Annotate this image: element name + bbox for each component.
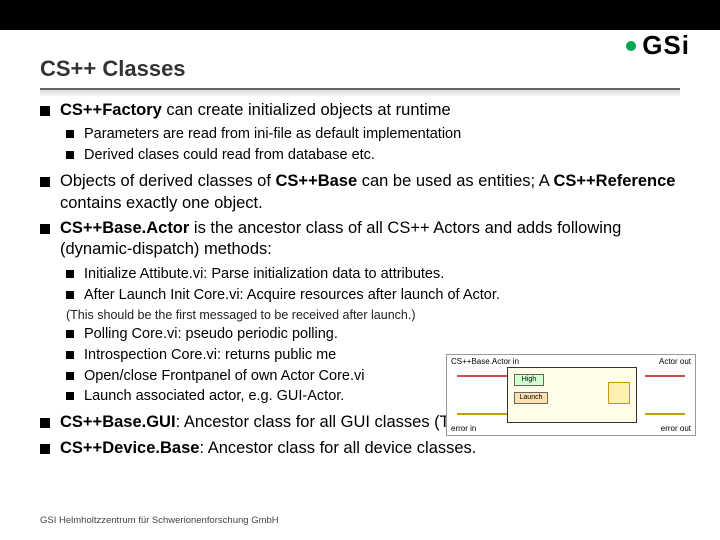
footer-text: GSI Helmholtzzentrum für Schwerionenfors… xyxy=(40,515,279,526)
bullet-icon xyxy=(66,372,74,380)
logo-dot-icon xyxy=(626,41,636,51)
wire-icon xyxy=(645,413,685,415)
bullet-icon xyxy=(66,291,74,299)
diagram-label-error-in: error in xyxy=(451,424,476,433)
bullet-icon xyxy=(40,177,50,187)
bullet-icon xyxy=(66,270,74,278)
title-shade xyxy=(40,90,680,96)
bullet-text: CS++Factory can create initialized objec… xyxy=(60,100,451,121)
bullet-icon xyxy=(66,392,74,400)
bullet-icon xyxy=(40,444,50,454)
bullet-base: Objects of derived classes of CS++Base c… xyxy=(40,171,690,214)
sub-bullet: Polling Core.vi: pseudo periodic polling… xyxy=(66,325,690,344)
slide-title: CS++ Classes xyxy=(40,56,680,86)
sub-bullet: After Launch Init Core.vi: Acquire resou… xyxy=(66,286,690,305)
sub-bullet: Parameters are read from ini-file as def… xyxy=(66,125,690,144)
diagram-label-error-out: error out xyxy=(661,424,691,433)
sub-bullet: Initialize Attibute.vi: Parse initializa… xyxy=(66,265,690,284)
bullet-text: CS++Base.Actor is the ancestor class of … xyxy=(60,218,690,261)
bold-csbase: CS++Base xyxy=(276,172,358,190)
bullet-devicebase: CS++Device.Base: Ancestor class for all … xyxy=(40,438,690,459)
bullet-text: Objects of derived classes of CS++Base c… xyxy=(60,171,690,214)
note-first-message: (This should be the first messaged to be… xyxy=(66,307,690,323)
sub-baseactor-a: Initialize Attibute.vi: Parse initializa… xyxy=(66,265,690,305)
bullet-icon xyxy=(40,418,50,428)
vi-icon xyxy=(608,382,630,404)
bullet-icon xyxy=(66,130,74,138)
diagram-label-actor-out: Actor out xyxy=(659,357,691,366)
top-bar xyxy=(0,0,720,30)
wire-icon xyxy=(457,375,507,377)
title-wrap: CS++ Classes xyxy=(40,56,680,96)
labview-diagram: CS++Base.Actor in Actor out error in err… xyxy=(446,354,696,436)
bullet-icon xyxy=(66,330,74,338)
wire-icon xyxy=(645,375,685,377)
sub-bullet: Derived clases could read from database … xyxy=(66,146,690,165)
bullet-baseactor: CS++Base.Actor is the ancestor class of … xyxy=(40,218,690,261)
bullet-text: CS++Device.Base: Ancestor class for all … xyxy=(60,438,476,459)
bullet-icon xyxy=(40,224,50,234)
priority-node: High xyxy=(514,374,544,386)
bullet-icon xyxy=(66,151,74,159)
diagram-block: High Launch xyxy=(507,367,637,423)
bold-basegui: CS++Base.GUI xyxy=(60,413,176,431)
bold-csreference: CS++Reference xyxy=(553,172,675,190)
bullet-icon xyxy=(40,106,50,116)
bold-baseactor: CS++Base.Actor xyxy=(60,219,189,237)
bold-devicebase: CS++Device.Base xyxy=(60,439,199,457)
bullet-icon xyxy=(66,351,74,359)
bullet-factory: CS++Factory can create initialized objec… xyxy=(40,100,690,121)
diagram-label-actor-in: CS++Base.Actor in xyxy=(451,357,519,366)
slide: GSi CS++ Classes CS++Factory can create … xyxy=(0,0,720,540)
launch-node: Launch xyxy=(514,392,548,404)
bold-csfactory: CS++Factory xyxy=(60,101,162,119)
wire-icon xyxy=(457,413,507,415)
sub-factory: Parameters are read from ini-file as def… xyxy=(66,125,690,165)
